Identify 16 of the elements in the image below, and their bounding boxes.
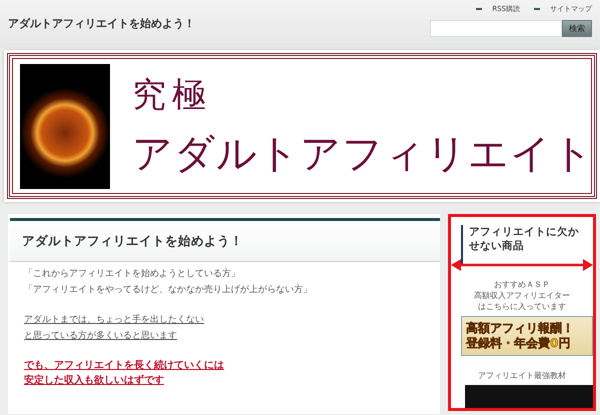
ad-banner[interactable]: 高額アフィリ報酬！ 登録料・年会費0円 — [461, 316, 593, 356]
banner-title: アダルトアフィリエイト — [132, 130, 594, 178]
search-field[interactable] — [430, 20, 562, 37]
paragraph-line: 「これからアフィリエイトを始めようとしている方」 — [24, 269, 240, 279]
widget-caption: おすすめＡＳＰ 高額収入アフィリエイター はこちらに入っています — [473, 279, 571, 312]
site-title[interactable]: アダルトアフィリエイトを始めよう！ — [8, 16, 195, 48]
paragraph-line: 「アフィリエイトをやってるけど、なかなか売り上げが上がらない方」 — [24, 285, 312, 295]
article-heading: アダルトアフィリエイトを始めよう！ — [10, 218, 440, 262]
paragraph-line: と思っている方が多くいると思います — [24, 331, 177, 341]
search-button[interactable]: 検索 — [562, 20, 592, 37]
banner-title: 究極 — [132, 74, 213, 116]
ad-text: 高額アフィリ報酬！ — [466, 321, 575, 336]
dash-icon — [534, 8, 540, 10]
ad-text: 登録料・年会費0円 — [466, 336, 572, 351]
widget-caption: アフィリエイト最強教材 — [477, 370, 567, 381]
dash-icon — [476, 8, 482, 10]
